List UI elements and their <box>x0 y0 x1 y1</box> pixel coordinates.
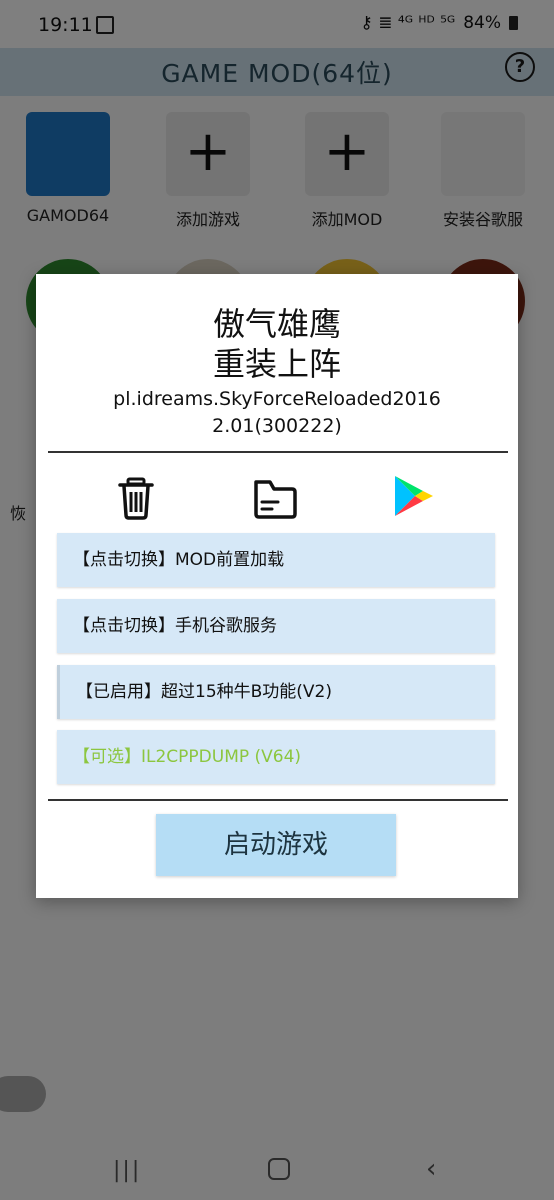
game-title-line-1: 傲气雄鹰 <box>212 305 341 343</box>
divider <box>48 451 508 453</box>
option-mod-features[interactable]: 【已启用】超过15种牛B功能(V2) <box>57 665 495 719</box>
option-google-services[interactable]: 【点击切换】手机谷歌服务 <box>57 599 495 653</box>
play-store-icon[interactable] <box>389 472 437 522</box>
package-name: pl.idreams.SkyForceReloaded2016 <box>113 388 441 410</box>
game-dialog: 傲气雄鹰 重装上阵 pl.idreams.SkyForceReloaded201… <box>36 274 518 898</box>
game-title: 傲气雄鹰 重装上阵 <box>36 304 518 384</box>
option-label: 【已启用】超过15种牛B功能(V2) <box>76 682 333 702</box>
launch-game-button[interactable]: 启动游戏 <box>156 814 396 876</box>
option-mod-preload[interactable]: 【点击切换】MOD前置加载 <box>57 533 495 587</box>
game-title-line-2: 重装上阵 <box>212 345 341 383</box>
option-label: 【可选】IL2CPPDUMP (V64) <box>73 747 302 767</box>
option-label: 【点击切换】MOD前置加载 <box>73 550 285 570</box>
divider <box>48 799 508 801</box>
trash-icon[interactable] <box>116 472 164 522</box>
version-text: 2.01(300222) <box>212 415 342 437</box>
folder-icon[interactable] <box>250 472 298 522</box>
option-il2cppdump[interactable]: 【可选】IL2CPPDUMP (V64) <box>57 730 495 784</box>
option-label: 【点击切换】手机谷歌服务 <box>73 616 277 636</box>
